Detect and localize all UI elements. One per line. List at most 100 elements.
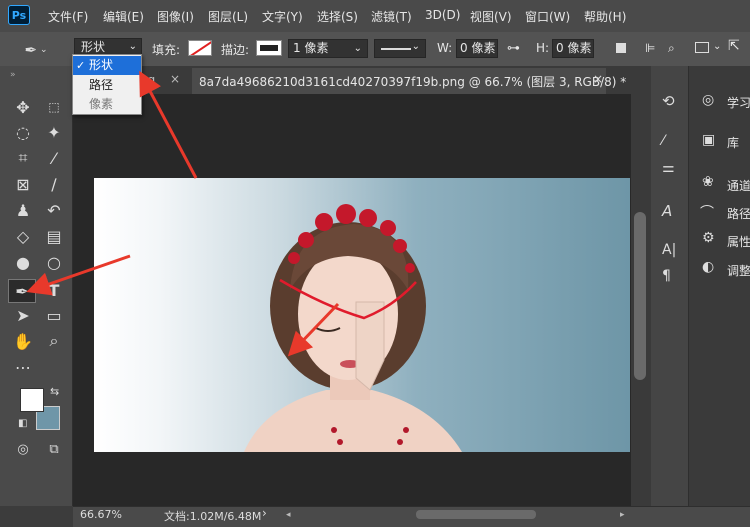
chevron-down-icon: ⌄ (353, 43, 362, 54)
character-icon[interactable]: A (662, 202, 672, 220)
swap-colors-icon[interactable]: ⇆ (50, 385, 59, 398)
height-label: H: (536, 41, 550, 55)
stroke-type-select[interactable]: ⌄ (374, 39, 426, 58)
dodge-tool-icon[interactable]: ○ (42, 251, 66, 273)
height-input[interactable]: 0 像素 (552, 39, 594, 58)
search-icon[interactable]: ⌕ (668, 41, 675, 56)
fill-label: 填充: (152, 43, 181, 57)
pen-tool-preset-icon[interactable]: ✒ ⌄ (22, 40, 50, 60)
history-brush-tool-icon[interactable]: ↶ (42, 199, 66, 221)
panel-learn[interactable]: 学习 (727, 94, 750, 111)
edit-toolbar-icon[interactable]: ⋯ (11, 356, 35, 378)
menu-edit[interactable]: 编辑(E) (103, 8, 144, 25)
eraser-tool-icon[interactable]: ◇ (11, 225, 35, 247)
move-tool-icon[interactable]: ✥ (11, 96, 35, 118)
paths-icon[interactable]: ⌒ (700, 202, 714, 222)
stroke-swatch[interactable] (256, 40, 282, 56)
portrait-photo (244, 204, 462, 452)
chevron-down-icon: ⌄ (128, 41, 137, 52)
lasso-tool-icon[interactable]: ◌ (11, 121, 35, 143)
tool-mode-value: 形状 (81, 40, 106, 54)
path-alignment-icon[interactable]: ⊫ (645, 41, 655, 55)
panel-paths[interactable]: 路径 (727, 205, 750, 222)
option-label: 形状 (89, 58, 114, 72)
horizontal-scroll-thumb[interactable] (416, 510, 536, 519)
no-fill-icon (190, 41, 211, 55)
foreground-color-swatch[interactable] (20, 388, 44, 412)
menu-type[interactable]: 文字(Y) (262, 8, 303, 25)
fill-swatch[interactable] (188, 40, 212, 56)
eyedropper-tool-icon[interactable]: ⁄ (42, 147, 66, 169)
menu-select[interactable]: 选择(S) (317, 8, 358, 25)
link-icon[interactable]: ⊶ (507, 41, 520, 56)
tab-previous-document[interactable]: pg (140, 73, 155, 87)
hand-tool-icon[interactable]: ✋ (11, 330, 35, 352)
screen-mode-icon[interactable]: ⧉ (42, 438, 66, 460)
menu-window[interactable]: 窗口(W) (525, 8, 570, 25)
brush-presets-icon[interactable]: ⚌ (662, 160, 675, 176)
menu-3d[interactable]: 3D(D) (425, 8, 460, 22)
share-icon[interactable]: ⇱ (728, 38, 740, 54)
libraries-icon[interactable]: ▣ (702, 132, 715, 148)
menu-filter[interactable]: 滤镜(T) (371, 8, 412, 25)
panel-channels[interactable]: 通道 (727, 177, 750, 194)
glyphs-icon[interactable]: A| (662, 242, 676, 258)
panel-properties[interactable]: 属性 (727, 233, 750, 250)
menu-layer[interactable]: 图层(L) (208, 8, 248, 25)
properties-icon[interactable]: ⚙ (702, 230, 715, 246)
image-canvas[interactable] (94, 178, 630, 452)
gradient-tool-icon[interactable]: ▤ (42, 225, 66, 247)
stroke-width-input[interactable]: 1 像素 ⌄ (288, 39, 368, 58)
scroll-right-icon[interactable]: ▸ (620, 510, 628, 520)
zoom-tool-icon[interactable]: ⌕ (42, 330, 66, 352)
option-label: 像素 (89, 97, 114, 111)
stroke-label: 描边: (221, 43, 250, 57)
pen-tool-icon[interactable]: ✒ (8, 279, 36, 303)
close-icon[interactable]: × (593, 72, 603, 86)
rectangle-tool-icon[interactable]: ▭ (42, 304, 66, 326)
dropdown-option-pixels[interactable]: 像素 (73, 95, 141, 114)
collapse-panel-icon[interactable]: » (10, 70, 16, 80)
scroll-thumb[interactable] (634, 212, 646, 380)
channels-icon[interactable]: ❀ (702, 174, 714, 190)
chevron-down-icon: ⌄ (411, 41, 420, 52)
close-icon[interactable]: × (170, 72, 180, 86)
adjustments-icon[interactable]: ◐ (702, 259, 714, 275)
workspace-icon[interactable] (695, 42, 709, 53)
path-selection-tool-icon[interactable]: ➤ (11, 304, 35, 326)
width-input[interactable]: 0 像素 (456, 39, 498, 58)
magic-wand-tool-icon[interactable]: ✦ (42, 121, 66, 143)
option-label: 路径 (89, 78, 114, 92)
panel-icon-strip (651, 66, 689, 506)
dropdown-option-shape[interactable]: ✓ 形状 (73, 56, 141, 75)
spot-healing-tool-icon[interactable]: ⊠ (11, 173, 35, 195)
crop-tool-icon[interactable]: ⌗ (11, 147, 35, 169)
history-icon[interactable]: ⟲ (662, 92, 675, 110)
menu-help[interactable]: 帮助(H) (584, 8, 626, 25)
panel-libraries[interactable]: 库 (727, 134, 739, 151)
brush-settings-icon[interactable]: ⁄ (662, 133, 664, 149)
scroll-left-icon[interactable]: ◂ (286, 510, 294, 520)
type-tool-icon[interactable]: T (42, 279, 66, 301)
chevron-right-icon[interactable]: › (262, 506, 267, 520)
stroke-width-value: 1 像素 (293, 41, 329, 55)
brush-tool-icon[interactable]: ∕ (42, 173, 66, 195)
default-colors-icon[interactable]: ◧ (18, 418, 27, 429)
menu-file[interactable]: 文件(F) (48, 8, 88, 25)
quick-mask-icon[interactable]: ◎ (11, 438, 35, 460)
chevron-down-icon[interactable]: ⌄ (713, 41, 721, 52)
menu-image[interactable]: 图像(I) (157, 8, 194, 25)
blur-tool-icon[interactable]: ● (11, 251, 35, 273)
tool-mode-dropdown: ✓ 形状 路径 像素 (72, 54, 142, 115)
path-operations-icon[interactable] (616, 43, 626, 53)
zoom-level[interactable]: 66.67% (80, 508, 122, 521)
clone-stamp-tool-icon[interactable]: ♟ (11, 199, 35, 221)
artboard-tool-icon[interactable]: ⬚ (42, 96, 66, 118)
lightbulb-icon[interactable]: ◎ (702, 92, 714, 108)
document-info[interactable]: 文档:1.02M/6.48M (164, 508, 261, 524)
dropdown-option-path[interactable]: 路径 (73, 76, 141, 95)
vertical-scrollbar[interactable] (631, 94, 651, 506)
paragraph-icon[interactable]: ¶ (662, 268, 671, 284)
panel-adjustments[interactable]: 调整 (727, 262, 750, 279)
menu-view[interactable]: 视图(V) (470, 8, 512, 25)
